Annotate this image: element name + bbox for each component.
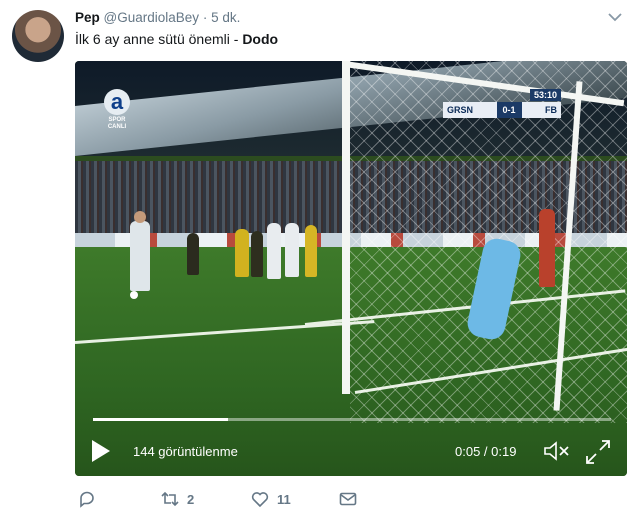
goal-post [342,61,350,394]
home-team: GRSN [447,105,474,115]
play-icon[interactable] [92,440,110,462]
fullscreen-icon[interactable] [585,439,611,465]
away-team: FB [545,105,557,115]
avatar[interactable] [12,10,64,62]
like-icon [251,492,269,508]
scoreboard: 53:10 GRSN 0-1 FB [443,89,561,119]
player-head [134,211,146,223]
player [285,223,299,277]
author-name[interactable]: Pep [75,10,100,25]
progress-bar[interactable] [93,418,611,421]
tweet-time[interactable]: 5 dk. [211,10,240,25]
retweet-icon [161,491,179,507]
player [235,229,249,277]
player [267,223,281,279]
caret-down-icon[interactable] [608,12,622,22]
ball [130,291,138,299]
message-icon [339,492,357,506]
progress-fill [93,418,228,421]
player [305,225,317,277]
mute-icon[interactable] [543,440,571,462]
reply-button[interactable] [78,490,104,508]
channel-logo-text: SPOR CANLI [107,117,127,130]
separator: · [202,10,208,25]
reply-icon [80,491,94,508]
video-controls: 144 görüntülenme 0:05 / 0:19 [75,431,627,471]
channel-logo: a SPOR CANLI [104,89,130,133]
score-row: GRSN 0-1 FB [443,102,561,118]
player [251,231,263,277]
retweet-button[interactable]: 2 [161,490,194,508]
channel-logo-letter: a [104,89,130,115]
match-clock: 53:10 [529,89,561,101]
player [130,221,150,291]
retweet-count: 2 [187,491,195,507]
tweet-text: İlk 6 ay anne sütü önemli - Dodo [75,31,278,47]
tweet-text-body: İlk 6 ay anne sütü önemli - [75,31,243,47]
referee [539,209,555,287]
player [187,233,199,275]
video-player[interactable]: a SPOR CANLI 53:10 GRSN 0-1 FB 144 görünt… [75,61,627,476]
tweet-text-bold: Dodo [242,31,279,47]
score: 0-1 [496,102,522,118]
timecode: 0:05 / 0:19 [455,444,517,459]
tweet-header: Pep @GuardiolaBey · 5 dk. [75,10,240,25]
tweet-actions: 2 11 [75,490,475,514]
like-count: 11 [277,491,291,507]
author-handle[interactable]: @GuardiolaBey [104,10,200,25]
like-button[interactable]: 11 [251,490,291,508]
view-count: 144 görüntülenme [133,444,238,459]
message-button[interactable] [339,490,357,508]
